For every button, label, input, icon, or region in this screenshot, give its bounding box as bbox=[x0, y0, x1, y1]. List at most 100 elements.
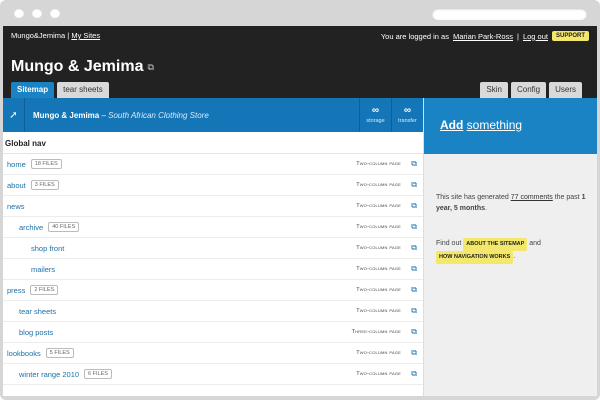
files-badge[interactable]: 2 FILES bbox=[30, 285, 59, 295]
tab-users[interactable]: Users bbox=[549, 82, 582, 98]
page-link-icon[interactable]: ⧉ bbox=[411, 222, 417, 232]
generated-mid: the past bbox=[554, 194, 580, 201]
browser-search-bar[interactable] bbox=[432, 8, 587, 20]
page-link-icon[interactable]: ⧉ bbox=[411, 159, 417, 169]
sitemap-row-home[interactable]: home 18 FILES Two-column page ⧉ bbox=[3, 154, 423, 175]
page-template-label: Two-column page bbox=[356, 224, 401, 230]
help-text: Find out ABOUT THE SITEMAP and HOW NAVIG… bbox=[436, 238, 591, 264]
storage-label: storage bbox=[366, 118, 385, 124]
right-sidebar: Add something This site has generated 77… bbox=[423, 98, 597, 396]
comments-link[interactable]: 77 comments bbox=[511, 194, 553, 201]
page-template-label: Two-column page bbox=[356, 266, 401, 272]
how-navigation-works-button[interactable]: HOW NAVIGATION WORKS bbox=[436, 251, 514, 264]
page-link-icon[interactable]: ⧉ bbox=[411, 327, 417, 337]
page-link[interactable]: mailers bbox=[31, 265, 55, 274]
topbar-right: You are logged in as Marian Park-Ross | … bbox=[381, 31, 589, 41]
sitemap-site-description: South African Clothing Store bbox=[108, 110, 209, 120]
current-site-label: Mungo&Jemima bbox=[11, 31, 66, 40]
page-link[interactable]: blog posts bbox=[19, 328, 53, 337]
page-link-icon[interactable]: ⧉ bbox=[411, 285, 417, 295]
page-template-label: Two-column page bbox=[356, 203, 401, 209]
support-button[interactable]: SUPPORT bbox=[551, 31, 589, 41]
main-tabs: Sitemap tear sheets bbox=[11, 82, 109, 98]
tab-tear-sheets[interactable]: tear sheets bbox=[57, 82, 109, 98]
window-controls bbox=[14, 8, 60, 18]
sitemap-header: ➚ Mungo & Jemima – South African Clothin… bbox=[3, 98, 423, 132]
page-link-icon[interactable]: ⧉ bbox=[411, 369, 417, 379]
period: . bbox=[485, 205, 487, 212]
external-link-icon[interactable]: ⧉ bbox=[147, 62, 153, 73]
sitemap-row-mailers[interactable]: mailers Two-column page ⧉ bbox=[3, 259, 423, 280]
page-template-label: Two-column page bbox=[356, 350, 401, 356]
logout-link[interactable]: Log out bbox=[523, 32, 548, 41]
sitemap-row-news[interactable]: news Two-column page ⧉ bbox=[3, 196, 423, 217]
page-link[interactable]: winter range 2010 bbox=[19, 370, 79, 379]
page-link-icon[interactable]: ⧉ bbox=[411, 348, 417, 358]
tab-config[interactable]: Config bbox=[510, 82, 547, 98]
sitemap-row-shop-front[interactable]: shop front Two-column page ⧉ bbox=[3, 238, 423, 259]
page-template-label: Two-column page bbox=[356, 308, 401, 314]
page-link[interactable]: shop front bbox=[31, 244, 64, 253]
app-header: Mungo&Jemima | My Sites You are logged i… bbox=[3, 26, 597, 98]
generated-prefix: This site has generated bbox=[436, 194, 509, 201]
sitemap-row-tear-sheets[interactable]: tear sheets Two-column page ⧉ bbox=[3, 301, 423, 322]
and-text: and bbox=[529, 240, 541, 247]
page-viewport: Mungo&Jemima | My Sites You are logged i… bbox=[3, 26, 597, 396]
sitemap-site-title: Mungo & Jemima – South African Clothing … bbox=[25, 111, 359, 120]
logged-in-text: You are logged in as bbox=[380, 31, 449, 41]
settings-tabs: Skin Config Users bbox=[480, 82, 582, 98]
about-sitemap-button[interactable]: ABOUT THE SITEMAP bbox=[463, 238, 528, 251]
sitemap-row-lookbooks[interactable]: lookbooks 5 FILES Two-column page ⧉ bbox=[3, 343, 423, 364]
files-badge[interactable]: 40 FILES bbox=[48, 222, 80, 232]
page-link-icon[interactable]: ⧉ bbox=[411, 306, 417, 316]
page-link-icon[interactable]: ⧉ bbox=[411, 243, 417, 253]
page-template-label: Three-column page bbox=[351, 329, 401, 335]
page-link[interactable]: lookbooks bbox=[7, 349, 41, 358]
page-link[interactable]: about bbox=[7, 181, 26, 190]
tab-sitemap[interactable]: Sitemap bbox=[11, 82, 55, 98]
files-badge[interactable]: 6 FILES bbox=[84, 369, 112, 379]
page-link[interactable]: press bbox=[7, 286, 25, 295]
page-template-label: Two-column page bbox=[356, 287, 401, 293]
sitemap-row-blog-posts[interactable]: blog posts Three-column page ⧉ bbox=[3, 322, 423, 343]
user-name-link[interactable]: Marian Park-Ross bbox=[453, 32, 513, 41]
close-window-button[interactable] bbox=[14, 8, 24, 18]
sitemap-row-about[interactable]: about 3 FILES Two-column page ⧉ bbox=[3, 175, 423, 196]
site-stats-text: This site has generated 77 comments the … bbox=[436, 192, 591, 214]
page-template-label: Two-column page bbox=[356, 161, 401, 167]
sitemap-row-press[interactable]: press 2 FILES Two-column page ⧉ bbox=[3, 280, 423, 301]
page-link-icon[interactable]: ⧉ bbox=[411, 264, 417, 274]
tab-skin[interactable]: Skin bbox=[480, 82, 508, 98]
sitemap-dash: – bbox=[99, 110, 109, 120]
topbar-separator-2: | bbox=[517, 31, 519, 41]
site-title: Mungo & Jemima ⧉ bbox=[11, 58, 154, 76]
add-something-box[interactable]: Add something bbox=[424, 98, 597, 154]
page-link[interactable]: news bbox=[7, 202, 25, 211]
page-link-icon[interactable]: ⧉ bbox=[411, 201, 417, 211]
global-nav-heading: Global nav bbox=[3, 132, 423, 154]
files-badge[interactable]: 18 FILES bbox=[30, 159, 62, 169]
page-link[interactable]: archive bbox=[19, 223, 43, 232]
collapse-arrow-icon[interactable]: ➚ bbox=[3, 98, 25, 132]
page-link-icon[interactable]: ⧉ bbox=[411, 180, 417, 190]
topbar-left: Mungo&Jemima | My Sites bbox=[11, 31, 100, 40]
browser-window: Mungo&Jemima | My Sites You are logged i… bbox=[0, 0, 600, 400]
add-label[interactable]: Add bbox=[440, 118, 463, 132]
page-template-label: Two-column page bbox=[356, 371, 401, 377]
transfer-value: ∞ bbox=[403, 105, 412, 116]
page-link[interactable]: home bbox=[7, 160, 26, 169]
find-out-text: Find out bbox=[436, 240, 462, 247]
maximize-window-button[interactable] bbox=[50, 8, 60, 18]
something-label[interactable]: something bbox=[467, 118, 522, 132]
page-link[interactable]: tear sheets bbox=[19, 307, 56, 316]
period-2: . bbox=[513, 253, 516, 260]
sitemap-site-name: Mungo & Jemima bbox=[33, 110, 100, 120]
site-title-text: Mungo & Jemima bbox=[11, 58, 144, 75]
files-badge[interactable]: 3 FILES bbox=[30, 180, 59, 190]
my-sites-link[interactable]: My Sites bbox=[71, 31, 100, 40]
files-badge[interactable]: 5 FILES bbox=[45, 348, 74, 358]
minimize-window-button[interactable] bbox=[32, 8, 42, 18]
sitemap-row-winter-range[interactable]: winter range 2010 6 FILES Two-column pag… bbox=[3, 364, 423, 385]
sitemap-row-archive[interactable]: archive 40 FILES Two-column page ⧉ bbox=[3, 217, 423, 238]
page-template-label: Two-column page bbox=[356, 245, 401, 251]
